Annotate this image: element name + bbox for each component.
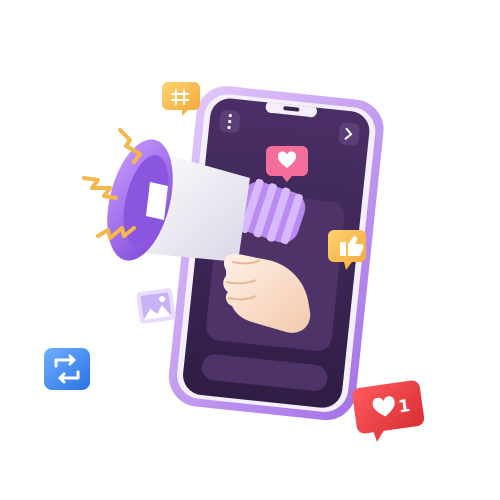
image-icon: [136, 288, 176, 324]
marketing-illustration: 1: [44, 82, 425, 442]
dots-menu-icon: [219, 110, 241, 133]
hashtag-icon: [162, 82, 200, 116]
chevron-right-icon: [338, 122, 360, 146]
repost-icon: [44, 348, 90, 390]
like-notification-badge: 1: [352, 380, 425, 442]
